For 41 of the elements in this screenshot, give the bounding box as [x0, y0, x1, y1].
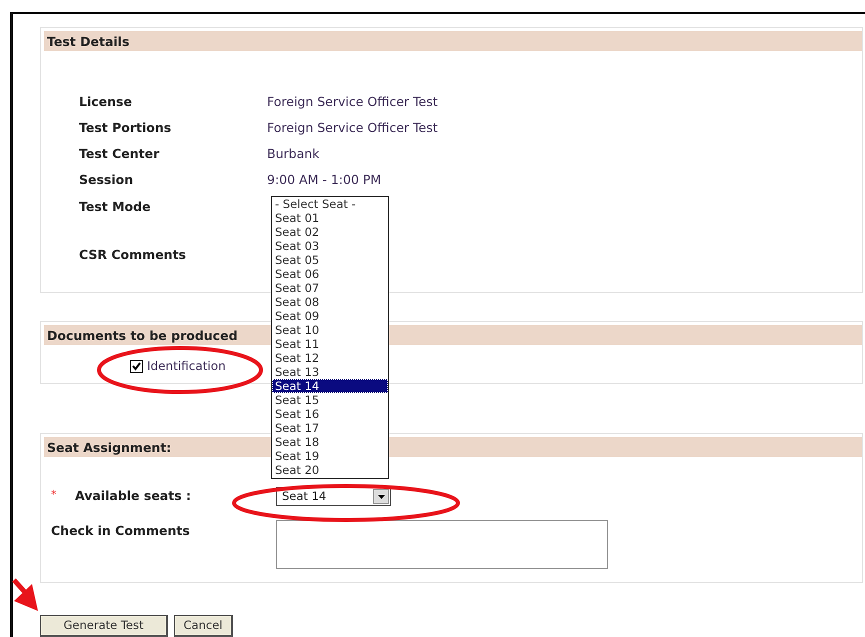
dropdown-option[interactable]: Seat 03 — [272, 239, 388, 253]
field-value: Foreign Service Officer Test — [267, 93, 438, 112]
field-value: Burbank — [267, 144, 320, 163]
section-header: Test Details — [44, 31, 862, 51]
field-label: License — [79, 93, 133, 112]
dropdown-option[interactable]: Seat 09 — [272, 309, 388, 323]
dropdown-option[interactable]: Seat 07 — [272, 281, 388, 295]
field-label: Available seats : — [75, 487, 192, 506]
cancel-button[interactable]: Cancel — [174, 615, 233, 637]
comments-field[interactable] — [276, 520, 608, 569]
checkbox[interactable] — [130, 360, 143, 372]
field-label: CSR Comments — [79, 246, 187, 264]
caret-icon — [373, 489, 389, 504]
dropdown-option[interactable]: Seat 10 — [272, 323, 388, 337]
field-value: 9:00 AM - 1:00 PM — [267, 170, 382, 189]
dropdown-option[interactable]: Seat 11 — [272, 337, 388, 351]
dropdown-option[interactable]: - Select Seat - — [272, 197, 388, 211]
field-label: Check in Comments — [51, 522, 191, 540]
dropdown-option[interactable]: Seat 12 — [272, 351, 388, 365]
dropdown-option[interactable]: Seat 01 — [272, 211, 388, 225]
dropdown-option[interactable]: Seat 17 — [272, 421, 388, 435]
dropdown-option[interactable]: Seat 20 — [272, 463, 388, 477]
generate-button[interactable]: Generate Test — [40, 615, 168, 637]
field-label: Test Mode — [79, 198, 152, 216]
dropdown-option[interactable]: Seat 05 — [272, 253, 388, 267]
dropdown-option[interactable]: Seat 08 — [272, 295, 388, 309]
field-label: Test Center — [79, 144, 160, 163]
required-mark: * — [51, 487, 58, 503]
dropdown-option[interactable]: Seat 13 — [272, 365, 388, 379]
dropdown-option[interactable]: Seat 16 — [272, 407, 388, 421]
field-label: Test Portions — [79, 119, 172, 138]
dropdown-option[interactable]: Seat 19 — [272, 449, 388, 463]
annotation-arrow — [12, 578, 38, 611]
dropdown-option[interactable]: Seat 18 — [272, 435, 388, 449]
field-label: Session — [79, 170, 134, 189]
dropdown-option[interactable]: Seat 15 — [272, 393, 388, 407]
dropdown-option[interactable]: Seat 14 — [272, 379, 388, 393]
field-value: Foreign Service Officer Test — [267, 119, 438, 138]
checkbox-label: Identification — [147, 358, 226, 375]
dropdown-option[interactable]: Seat 02 — [272, 225, 388, 239]
dropdown-option[interactable]: Seat 06 — [272, 267, 388, 281]
